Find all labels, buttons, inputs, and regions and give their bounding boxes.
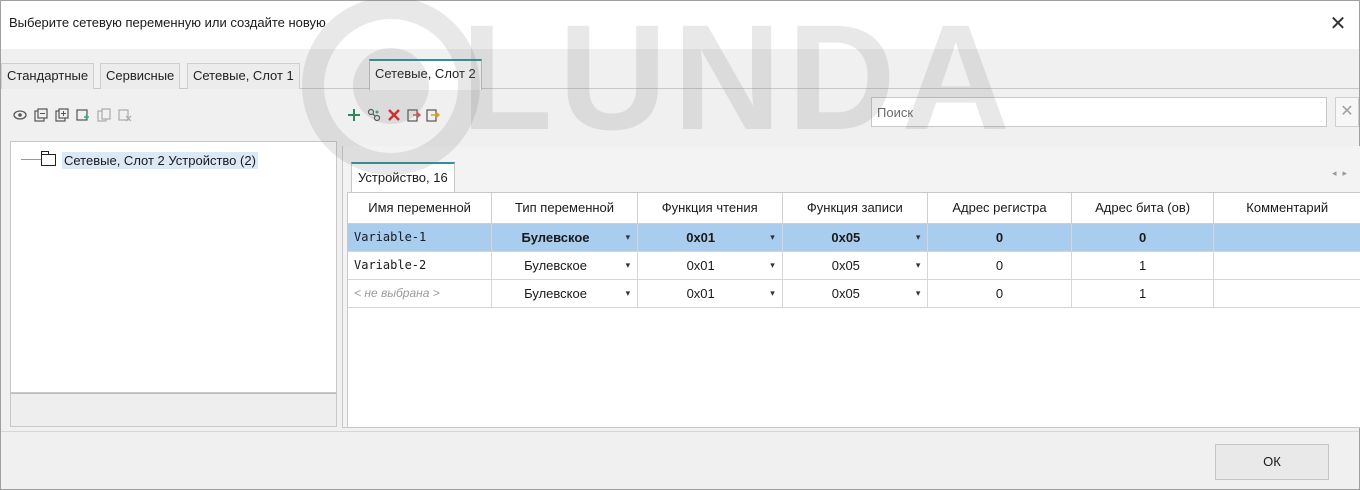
tab-network-slot-1[interactable]: Сетевые, Слот 1 bbox=[187, 63, 300, 89]
tree-connector bbox=[21, 159, 41, 160]
col-header-write-func[interactable]: Функция записи bbox=[782, 193, 929, 224]
expand-all-icon[interactable] bbox=[34, 108, 48, 122]
title-bar: Выберите сетевую переменную или создайте… bbox=[1, 1, 1359, 49]
cell-read-dropdown[interactable]: 0x01 ▾ bbox=[637, 251, 783, 280]
cell-type-dropdown[interactable]: Булевское ▾ bbox=[491, 279, 638, 308]
cell-write-value: 0x05 bbox=[831, 229, 861, 245]
col-header-comment[interactable]: Комментарий bbox=[1213, 193, 1360, 224]
search-clear-icon[interactable]: ✕ bbox=[1335, 97, 1359, 127]
dropdown-arrow-icon[interactable]: ▾ bbox=[764, 232, 782, 243]
tab-device-16[interactable]: Устройство, 16 bbox=[351, 162, 455, 192]
cell-read-dropdown[interactable]: 0x01 ▾ bbox=[637, 223, 783, 252]
cell-register[interactable]: 0 bbox=[927, 251, 1072, 280]
search-field[interactable] bbox=[871, 97, 1327, 127]
table-row[interactable]: Variable-2 Булевское ▾ 0x01 ▾ 0x05 ▾ 0 1 bbox=[348, 251, 1360, 280]
cell-name[interactable]: Variable-2 bbox=[348, 251, 493, 280]
variables-panel: Устройство, 16 ◂▸ Имя переменной Тип пер… bbox=[342, 146, 1360, 428]
collapse-all-icon[interactable] bbox=[55, 108, 69, 122]
cell-write-dropdown[interactable]: 0x05 ▾ bbox=[782, 251, 929, 280]
cell-write-value: 0x05 bbox=[831, 285, 860, 301]
dropdown-arrow-icon[interactable]: ▾ bbox=[619, 288, 637, 299]
col-header-read-func[interactable]: Функция чтения bbox=[637, 193, 783, 224]
toolbar: ✕ bbox=[1, 93, 1359, 137]
device-tree: Сетевые, Слот 2 Устройство (2) bbox=[10, 141, 337, 393]
tree-node-label: Сетевые, Слот 2 Устройство (2) bbox=[62, 151, 258, 169]
tree-node-slot-2-device[interactable]: Сетевые, Слот 2 Устройство (2) bbox=[41, 150, 258, 170]
dialog-footer: ОК bbox=[1, 431, 1359, 489]
cell-type-value: Булевское bbox=[521, 229, 590, 245]
dialog-title: Выберите сетевую переменную или создайте… bbox=[9, 15, 326, 30]
col-header-name[interactable]: Имя переменной bbox=[348, 193, 493, 224]
cell-read-value: 0x01 bbox=[686, 229, 716, 245]
close-icon[interactable]: ✕ bbox=[1323, 9, 1353, 39]
cell-comment[interactable] bbox=[1213, 251, 1360, 280]
col-header-bit-addr[interactable]: Адрес бита (ов) bbox=[1071, 193, 1215, 224]
category-tabs: Стандартные Сервисные Сетевые, Слот 1 Се… bbox=[1, 59, 1359, 90]
variables-table: Имя переменной Тип переменной Функция чт… bbox=[347, 192, 1360, 428]
dialog-window: Выберите сетевую переменную или создайте… bbox=[0, 0, 1360, 490]
col-header-register-addr[interactable]: Адрес регистра bbox=[927, 193, 1072, 224]
cell-read-dropdown[interactable]: 0x01 ▾ bbox=[637, 279, 783, 308]
cell-type-dropdown[interactable]: Булевское ▾ bbox=[491, 223, 638, 252]
cell-bit[interactable]: 1 bbox=[1071, 279, 1215, 308]
dropdown-arrow-icon[interactable]: ▾ bbox=[764, 288, 782, 299]
delete-variable-icon[interactable] bbox=[387, 108, 401, 122]
cell-bit[interactable]: 1 bbox=[1071, 251, 1215, 280]
table-row[interactable]: < не выбрана > Булевское ▾ 0x01 ▾ 0x05 ▾ 0 … bbox=[348, 279, 1360, 308]
table-row[interactable]: Variable-1 Булевское ▾ 0x01 ▾ 0x05 ▾ 0 0 bbox=[348, 223, 1360, 252]
search-input[interactable] bbox=[872, 98, 1326, 126]
dropdown-arrow-icon[interactable]: ▾ bbox=[909, 288, 927, 299]
copy-icon bbox=[97, 108, 111, 122]
cell-comment[interactable] bbox=[1213, 279, 1360, 308]
dropdown-arrow-icon[interactable]: ▾ bbox=[619, 232, 637, 243]
cell-comment[interactable] bbox=[1213, 223, 1360, 252]
cell-type-value: Булевское bbox=[524, 285, 587, 301]
folder-icon bbox=[41, 151, 56, 166]
cell-name[interactable]: < не выбрана > bbox=[348, 279, 493, 308]
tab-scroll-arrows-icon[interactable]: ◂▸ bbox=[1332, 168, 1353, 179]
tab-standard[interactable]: Стандартные bbox=[1, 63, 95, 89]
dropdown-arrow-icon[interactable]: ▾ bbox=[764, 260, 782, 271]
cell-type-dropdown[interactable]: Булевское ▾ bbox=[491, 251, 638, 280]
tree-footer bbox=[10, 393, 337, 427]
delete-device-icon bbox=[118, 109, 132, 122]
dropdown-arrow-icon[interactable]: ▾ bbox=[909, 232, 927, 243]
cell-name[interactable]: Variable-1 bbox=[348, 223, 493, 252]
cell-register[interactable]: 0 bbox=[927, 223, 1072, 252]
import-icon[interactable] bbox=[407, 108, 421, 122]
cell-write-dropdown[interactable]: 0x05 ▾ bbox=[782, 279, 929, 308]
view-icon[interactable] bbox=[13, 108, 27, 122]
col-header-type[interactable]: Тип переменной bbox=[491, 193, 638, 224]
dropdown-arrow-icon[interactable]: ▾ bbox=[619, 260, 637, 271]
add-device-icon[interactable] bbox=[76, 108, 90, 122]
cell-write-value: 0x05 bbox=[831, 257, 860, 273]
cell-write-dropdown[interactable]: 0x05 ▾ bbox=[782, 223, 929, 252]
cell-read-value: 0x01 bbox=[686, 285, 715, 301]
variable-link-icon[interactable] bbox=[367, 108, 381, 122]
table-header-row: Имя переменной Тип переменной Функция чт… bbox=[348, 193, 1360, 224]
tab-service[interactable]: Сервисные bbox=[100, 63, 181, 89]
tab-network-slot-2[interactable]: Сетевые, Слот 2 bbox=[369, 59, 482, 90]
cell-read-value: 0x01 bbox=[686, 257, 715, 273]
export-icon[interactable] bbox=[426, 108, 440, 122]
ok-button[interactable]: ОК bbox=[1215, 444, 1329, 480]
cell-type-value: Булевское bbox=[524, 257, 587, 273]
dropdown-arrow-icon[interactable]: ▾ bbox=[909, 260, 927, 271]
add-variable-icon[interactable] bbox=[347, 108, 361, 122]
cell-register[interactable]: 0 bbox=[927, 279, 1072, 308]
cell-bit[interactable]: 0 bbox=[1071, 223, 1215, 252]
